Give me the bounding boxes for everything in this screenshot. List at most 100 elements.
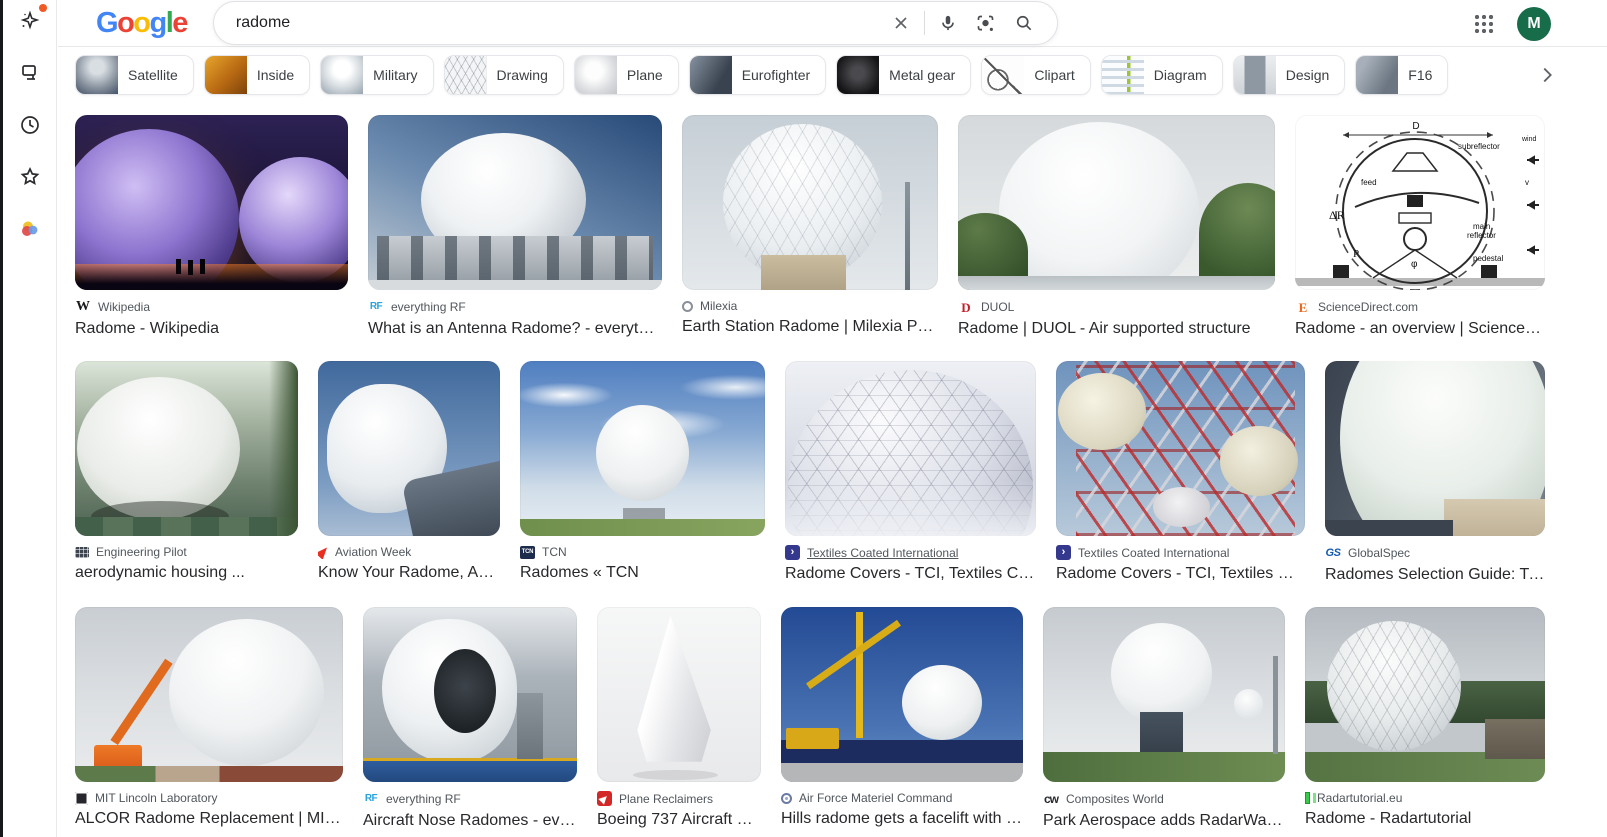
result-thumbnail[interactable] [597, 607, 761, 782]
google-logo[interactable]: Google [96, 9, 187, 38]
clear-search-icon[interactable] [882, 4, 920, 42]
filter-chip-metal-gear[interactable]: Metal gear [836, 55, 971, 95]
image-result[interactable]: Radartutorial.eu Radome - Radartutorial [1305, 607, 1545, 830]
result-thumbnail[interactable] [1305, 607, 1545, 782]
result-title[interactable]: Aircraft Nose Radomes - ever... [363, 812, 577, 830]
result-source[interactable]: EScienceDirect.com [1295, 299, 1545, 315]
result-thumbnail[interactable] [75, 361, 298, 536]
filter-chip-diagram[interactable]: Diagram [1101, 55, 1223, 95]
result-title[interactable]: Hills radome gets a facelift with n... [781, 810, 1023, 828]
result-thumbnail[interactable] [75, 607, 343, 782]
filter-chips-bar: Satellite Inside Military Drawing Plane … [58, 47, 1607, 101]
search-bar[interactable] [213, 1, 1058, 45]
result-thumbnail[interactable] [363, 607, 577, 782]
history-icon[interactable] [15, 110, 45, 140]
result-thumbnail[interactable] [958, 115, 1275, 290]
result-title[interactable]: aerodynamic housing ... [75, 564, 298, 582]
result-title[interactable]: Radome Covers - TCI, Textiles Coat... [785, 565, 1036, 583]
result-title[interactable]: Radome - Wikipedia [75, 320, 348, 338]
result-source[interactable]: WWikipedia [75, 299, 348, 315]
result-thumbnail[interactable] [368, 115, 662, 290]
result-source[interactable]: MIT Lincoln Laboratory [75, 791, 343, 805]
image-result[interactable]: TCNTCN Radomes « TCN [520, 361, 765, 584]
result-title[interactable]: Radome Covers - TCI, Textiles Coat... [1056, 565, 1305, 583]
result-thumbnail[interactable]: D subreflector feed ΔR wind main reflect… [1295, 115, 1545, 290]
result-thumbnail[interactable] [1056, 361, 1305, 536]
result-thumbnail[interactable] [318, 361, 500, 536]
image-result[interactable]: DDUOL Radome | DUOL - Air supported stru… [958, 115, 1275, 338]
source-name: Composites World [1066, 792, 1164, 806]
result-thumbnail[interactable] [1043, 607, 1285, 782]
image-result[interactable]: Milexia Earth Station Radome | Milexia P… [682, 115, 938, 338]
chip-thumbnail [575, 55, 617, 95]
image-result[interactable]: D subreflector feed ΔR wind main reflect… [1295, 115, 1545, 338]
filter-chip-f16[interactable]: F16 [1355, 55, 1448, 95]
lens-camera-icon[interactable] [967, 4, 1005, 42]
result-source[interactable]: Radartutorial.eu [1305, 791, 1545, 805]
devices-icon[interactable] [15, 58, 45, 88]
search-input[interactable] [236, 14, 882, 32]
filter-chip-eurofighter[interactable]: Eurofighter [689, 55, 826, 95]
result-title[interactable]: Earth Station Radome | Milexia Pro... [682, 318, 938, 336]
filter-chip-satellite[interactable]: Satellite [75, 55, 194, 95]
result-source[interactable]: ›Textiles Coated International [785, 545, 1036, 560]
image-result[interactable]: Air Force Materiel Command Hills radome … [781, 607, 1023, 830]
chips-scroll-right-button[interactable] [1527, 55, 1567, 95]
result-title[interactable]: Park Aerospace adds RadarWave ... [1043, 812, 1285, 830]
result-thumbnail[interactable] [75, 115, 348, 290]
image-result[interactable]: ›Textiles Coated International Radome Co… [1056, 361, 1305, 584]
image-result[interactable]: WWikipedia Radome - Wikipedia [75, 115, 348, 338]
svg-text:ΔR: ΔR [1329, 208, 1345, 222]
profile-avatar[interactable]: M [1517, 7, 1551, 41]
bookmarks-icon[interactable] [15, 162, 45, 192]
result-title[interactable]: Radomes « TCN [520, 564, 765, 582]
result-source[interactable]: GSGlobalSpec [1325, 545, 1545, 561]
result-title[interactable]: Radome | DUOL - Air supported structure [958, 320, 1275, 338]
result-source[interactable]: Plane Reclaimers [597, 791, 761, 806]
result-title[interactable]: ALCOR Radome Replacement | MIT Li... [75, 810, 343, 828]
image-result[interactable]: Plane Reclaimers Boeing 737 Aircraft R..… [597, 607, 761, 830]
result-title[interactable]: Radome - Radartutorial [1305, 810, 1545, 828]
search-icon[interactable] [1005, 4, 1043, 42]
result-source[interactable]: Aviation Week [318, 545, 500, 559]
image-result[interactable]: RFeverything RF What is an Antenna Radom… [368, 115, 662, 338]
result-source[interactable]: RFeverything RF [368, 299, 662, 315]
result-source[interactable]: Engineering Pilot [75, 545, 298, 559]
filter-chip-drawing[interactable]: Drawing [444, 55, 564, 95]
filter-chip-plane[interactable]: Plane [574, 55, 679, 95]
result-source[interactable]: ›Textiles Coated International [1056, 545, 1305, 560]
image-result[interactable]: ›Textiles Coated International Radome Co… [785, 361, 1036, 584]
google-apps-icon[interactable] [1471, 11, 1497, 37]
theme-colors-icon[interactable] [15, 214, 45, 244]
result-source[interactable]: cwComposites World [1043, 791, 1285, 807]
image-result[interactable]: MIT Lincoln Laboratory ALCOR Radome Repl… [75, 607, 343, 830]
filter-chip-military[interactable]: Military [320, 55, 433, 95]
result-title[interactable]: What is an Antenna Radome? - everything.… [368, 320, 662, 338]
mic-icon[interactable] [929, 4, 967, 42]
source-name: Textiles Coated International [1078, 546, 1229, 560]
image-result[interactable]: Engineering Pilot aerodynamic housing ..… [75, 361, 298, 584]
result-title[interactable]: Radomes Selection Guide: Typ... [1325, 566, 1545, 584]
result-title[interactable]: Boeing 737 Aircraft R... [597, 811, 761, 829]
result-thumbnail[interactable] [785, 361, 1036, 536]
image-result[interactable]: Aviation Week Know Your Radome, An I... [318, 361, 500, 584]
result-title[interactable]: Radome - an overview | ScienceDir... [1295, 320, 1545, 338]
filter-chip-inside[interactable]: Inside [204, 55, 310, 95]
filter-chip-clipart[interactable]: Clipart [981, 55, 1090, 95]
result-thumbnail[interactable] [520, 361, 765, 536]
result-source[interactable]: Milexia [682, 299, 938, 313]
results-row-2: Engineering Pilot aerodynamic housing ..… [75, 361, 1607, 584]
result-thumbnail[interactable] [1325, 361, 1545, 536]
result-source[interactable]: TCNTCN [520, 545, 765, 559]
result-title[interactable]: Know Your Radome, An I... [318, 564, 500, 582]
image-result[interactable]: GSGlobalSpec Radomes Selection Guide: Ty… [1325, 361, 1545, 584]
filter-chip-design[interactable]: Design [1233, 55, 1346, 95]
result-thumbnail[interactable] [682, 115, 938, 290]
result-source[interactable]: RFeverything RF [363, 791, 577, 807]
image-result[interactable]: cwComposites World Park Aerospace adds R… [1043, 607, 1285, 830]
result-thumbnail[interactable] [781, 607, 1023, 782]
image-result[interactable]: RFeverything RF Aircraft Nose Radomes - … [363, 607, 577, 830]
result-source[interactable]: DDUOL [958, 299, 1275, 315]
result-source[interactable]: Air Force Materiel Command [781, 791, 1023, 805]
ai-sparkle-icon[interactable] [15, 6, 45, 36]
